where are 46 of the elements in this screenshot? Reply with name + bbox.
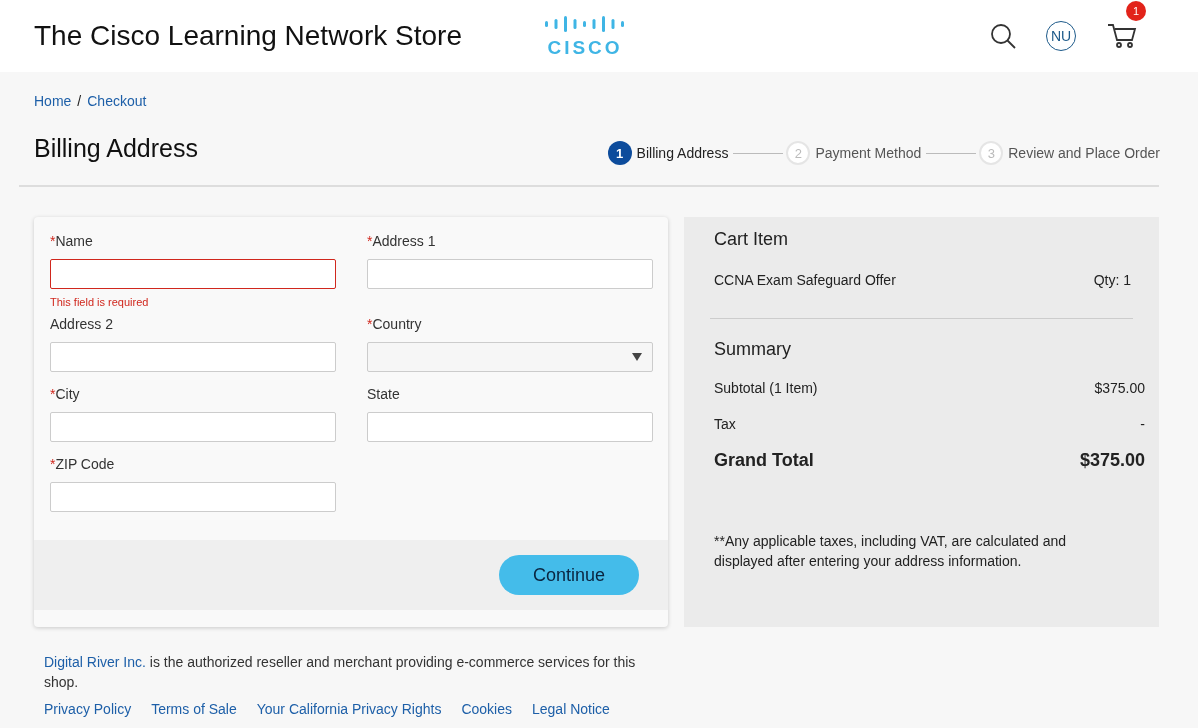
footer-link[interactable]: Cookies (461, 701, 512, 717)
field-label: *Country (367, 316, 423, 332)
logo-bars-icon (544, 13, 626, 35)
summary-label: Subtotal (1 Item) (714, 380, 818, 396)
continue-button[interactable]: Continue (499, 555, 639, 595)
cart-icon[interactable] (1106, 23, 1138, 49)
footer-link[interactable]: Terms of Sale (151, 701, 237, 717)
breadcrumb-separator: / (77, 93, 82, 109)
field-label: Address 2 (50, 316, 115, 332)
field-label: *City (50, 386, 81, 402)
field-label: *Address 1 (367, 233, 437, 249)
footer-link[interactable]: Privacy Policy (44, 701, 132, 717)
reseller-link[interactable]: Digital River Inc. (44, 654, 146, 670)
summary-heading: Summary (714, 339, 792, 360)
summary-label: Grand Total (714, 450, 814, 471)
input-field[interactable] (50, 259, 336, 289)
field-label: *Name (50, 233, 94, 249)
breadcrumb-link[interactable]: Checkout (87, 93, 147, 109)
summary-value: - (1140, 416, 1145, 432)
footer-link[interactable]: Legal Notice (532, 701, 610, 717)
step-label: Payment Method (815, 145, 922, 161)
cart-count-badge: 1 (1126, 1, 1146, 21)
field-label: State (367, 386, 401, 402)
summary-label: Tax (714, 416, 736, 432)
step-label: Review and Place Order (1008, 145, 1160, 161)
error-message: This field is required (50, 296, 150, 308)
summary-value: $375.00 (1094, 380, 1145, 396)
breadcrumb-link[interactable]: Home (34, 93, 72, 109)
tax-note: **Any applicable taxes, including VAT, are calculated and displayed after entering your address information. (714, 532, 1068, 571)
summary-value: $375.00 (1079, 450, 1145, 471)
step-number: 2 (786, 141, 811, 165)
store-title: The Cisco Learning Network Store (34, 20, 463, 52)
step-label: Billing Address (636, 145, 729, 161)
page-title: Billing Address (34, 133, 198, 163)
step-number: 1 (607, 141, 632, 165)
cart-heading: Cart Item (714, 229, 789, 250)
reseller-statement: Digital River Inc. is the authorized reseller and merchant providing e-commerce services for this shop. (44, 653, 637, 692)
step-number: 3 (979, 141, 1004, 165)
footer-link[interactable]: Your California Privacy Rights (256, 701, 442, 717)
search-icon[interactable] (990, 23, 1016, 49)
country-select[interactable] (367, 342, 653, 372)
field-label: *ZIP Code (50, 456, 116, 472)
item-quantity: Qty: 1 (1093, 272, 1131, 288)
dropdown-caret-icon (632, 353, 642, 361)
logo-text: CISCO (547, 37, 623, 59)
item-name: CCNA Exam Safeguard Offer (714, 272, 896, 288)
